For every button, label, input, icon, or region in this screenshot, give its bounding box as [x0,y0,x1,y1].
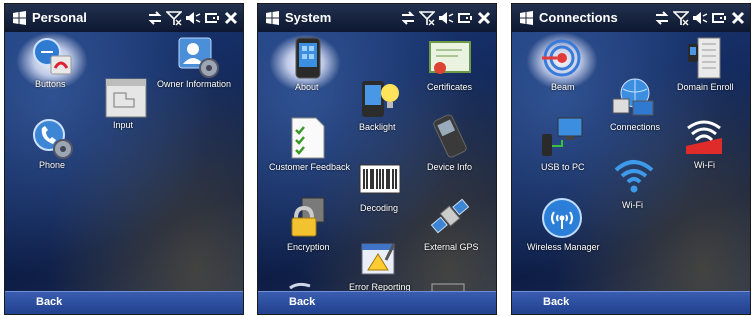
connectivity-icon[interactable] [400,10,416,26]
screen-title: Personal [32,10,87,25]
app-label-wireless-manager[interactable]: Wireless Manager [527,242,600,252]
softkey-bar: Back [512,291,750,314]
title-bar: Personal [5,4,243,32]
speaker-icon[interactable] [438,10,454,26]
windows-start-icon[interactable] [12,11,27,25]
status-icons [147,9,239,27]
back-button[interactable]: Back [289,296,315,308]
app-label-beam[interactable]: Beam [551,82,575,92]
owner-information-icon[interactable] [177,36,221,80]
speaker-icon[interactable] [185,10,201,26]
input-icon[interactable] [104,77,148,121]
no-signal-icon[interactable] [673,10,689,26]
app-label-wifi[interactable]: Wi-Fi [622,200,643,210]
buttons-icon[interactable] [31,36,75,80]
backlight-icon[interactable] [358,77,402,121]
connections-screen: Connections Beam Domain Enroll Connectio… [511,3,751,315]
app-label-device-info[interactable]: Device Info [427,162,472,172]
personal-screen: Personal Buttons Owner Information Input [4,3,244,315]
app-label-certificates[interactable]: Certificates [427,82,472,92]
softkey-bar: Back [5,291,243,314]
app-label-usb-to-pc[interactable]: USB to PC [541,162,585,172]
status-icons [400,9,492,27]
app-label-connections[interactable]: Connections [610,122,660,132]
wifi-icon[interactable] [612,154,656,198]
certificates-icon[interactable] [428,38,472,82]
title-bar: Connections [512,4,750,32]
app-label-encryption[interactable]: Encryption [287,242,330,252]
device-info-icon[interactable] [428,114,472,158]
app-label-external-gps[interactable]: External GPS [424,242,479,252]
domain-enroll-icon[interactable] [684,36,728,80]
app-label-customer-feedback[interactable]: Customer Feedback [269,162,350,172]
close-icon[interactable] [223,10,239,26]
connectivity-icon[interactable] [654,10,670,26]
usb-to-pc-icon[interactable] [540,116,584,160]
back-button[interactable]: Back [543,296,569,308]
battery-icon[interactable] [711,10,727,26]
about-icon[interactable] [286,36,330,80]
close-icon[interactable] [476,10,492,26]
app-label-owner-information[interactable]: Owner Information [157,79,231,89]
system-screen: System About Certificates Backlight Cust… [257,3,497,315]
beam-icon[interactable] [540,36,584,80]
phone-icon[interactable] [31,117,75,161]
back-button[interactable]: Back [36,296,62,308]
customer-feedback-icon[interactable] [286,116,330,160]
screen-title: System [285,10,332,25]
screen-title: Connections [539,10,618,25]
app-label-buttons[interactable]: Buttons [35,79,66,89]
connections-icon[interactable] [611,77,655,121]
connectivity-icon[interactable] [147,10,163,26]
app-label-backlight[interactable]: Backlight [359,122,396,132]
encryption-icon[interactable] [286,196,330,240]
status-icons [654,9,746,27]
error-reporting-icon[interactable] [358,238,402,282]
title-bar: System [258,4,496,32]
windows-start-icon[interactable] [265,11,280,25]
external-gps-icon[interactable] [428,194,472,238]
decoding-icon[interactable] [358,157,402,201]
battery-icon[interactable] [457,10,473,26]
app-label-domain-enroll[interactable]: Domain Enroll [677,82,734,92]
windows-start-icon[interactable] [519,11,534,25]
speaker-icon[interactable] [692,10,708,26]
softkey-bar: Back [258,291,496,314]
app-label-about[interactable]: About [295,82,319,92]
battery-icon[interactable] [204,10,220,26]
app-label-input[interactable]: Input [113,120,133,130]
close-icon[interactable] [730,10,746,26]
wifi-card-icon[interactable] [682,114,726,158]
app-label-decoding[interactable]: Decoding [360,203,398,213]
wireless-manager-icon[interactable] [540,196,584,240]
no-signal-icon[interactable] [166,10,182,26]
app-label-phone[interactable]: Phone [39,160,65,170]
no-signal-icon[interactable] [419,10,435,26]
app-label-wifi-card[interactable]: Wi-Fi [694,160,715,170]
